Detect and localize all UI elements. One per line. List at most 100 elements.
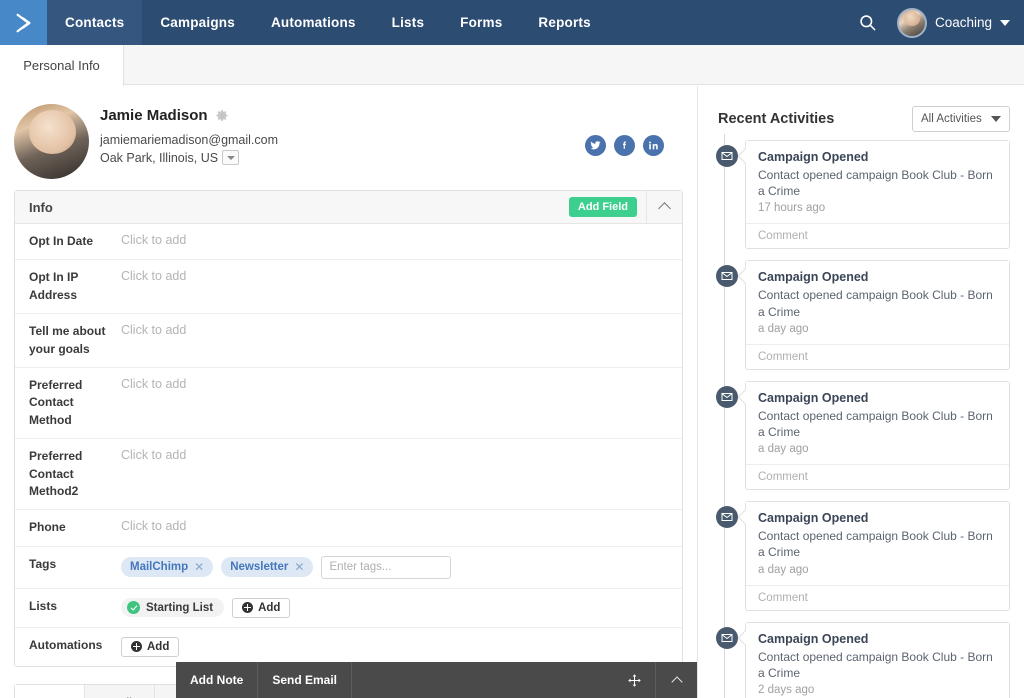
twitter-icon [590, 141, 601, 150]
add-list-label: Add [258, 601, 281, 614]
field-value[interactable]: Click to add [109, 233, 682, 247]
add-automation-button[interactable]: Add [121, 636, 180, 657]
activities-filter-dropdown[interactable]: All Activities [912, 106, 1010, 132]
plus-circle-icon [131, 641, 142, 653]
nav-item-reports[interactable]: Reports [520, 0, 608, 45]
field-value[interactable]: Click to add [109, 269, 682, 283]
activity-description: Contact opened campaign Book Club - Born… [758, 168, 993, 199]
tab-emails[interactable]: Emails [85, 684, 155, 698]
contact-name-row: Jamie Madison [100, 107, 229, 124]
chevron-up-icon [670, 675, 683, 688]
activity-body: Campaign Opened Contact opened campaign … [746, 502, 1009, 585]
action-toolbar: Add Note Send Email [176, 662, 697, 698]
activity-comment-input[interactable]: Comment [746, 223, 1009, 248]
nav-item-lists[interactable]: Lists [374, 0, 443, 45]
contact-avatar [14, 104, 89, 179]
search-button[interactable] [853, 8, 883, 38]
add-field-button[interactable]: Add Field [568, 197, 637, 217]
activity-body: Campaign Opened Contact opened campaign … [746, 381, 1009, 465]
activity-timestamp: a day ago [758, 563, 809, 576]
add-note-button[interactable]: Add Note [176, 662, 259, 698]
check-circle-icon [127, 601, 140, 615]
toolbar-collapse-button[interactable] [655, 662, 697, 698]
add-list-button[interactable]: Add [232, 597, 291, 618]
activity-card: Campaign Opened Contact opened campaign … [716, 140, 1010, 250]
nav-item-automations[interactable]: Automations [253, 0, 374, 45]
info-card-collapse-button[interactable] [646, 191, 682, 223]
activity-description: Contact opened campaign Book Club - Born… [758, 408, 993, 439]
recent-activities-panel: Recent Activities All Activities Campaig… [699, 86, 1024, 698]
facebook-button[interactable] [614, 135, 635, 156]
field-row-automations: Automations Add [15, 628, 682, 666]
field-label: Opt In Date [29, 234, 94, 248]
nav-item-contacts[interactable]: Contacts [47, 0, 143, 45]
search-icon [860, 15, 876, 31]
field-label: Tell me about your goals [29, 324, 106, 356]
activities-header: Recent Activities All Activities [699, 86, 1024, 134]
field-value[interactable]: Click to add [109, 519, 682, 533]
activity-comment-input[interactable]: Comment [746, 464, 1009, 489]
field-label: Tags [29, 556, 57, 571]
field-value[interactable]: Click to add [109, 448, 682, 462]
location-dropdown[interactable] [222, 150, 240, 165]
activity-title: Campaign Opened [758, 511, 869, 526]
account-menu[interactable]: Coaching [896, 7, 1010, 38]
nav-item-campaigns[interactable]: Campaigns [142, 0, 253, 45]
tag-pill[interactable]: Newsletter ✕ [221, 557, 314, 578]
envelope-icon [716, 506, 738, 529]
activity-comment-input[interactable]: Comment [746, 584, 1009, 610]
info-card: Info Add Field Opt In Date Click to add … [14, 190, 683, 667]
twitter-button[interactable] [585, 135, 606, 156]
facebook-icon [622, 141, 626, 149]
linkedin-button[interactable] [643, 135, 664, 156]
list-pill[interactable]: Starting List [121, 598, 225, 618]
field-row-tags: Tags MailChimp ✕ Newsletter ✕ [15, 547, 682, 589]
activity-timestamp: a day ago [758, 443, 809, 456]
close-icon[interactable]: ✕ [194, 560, 204, 574]
activities-filter-value: All Activities [921, 113, 982, 125]
field-row-opt-in-ip-address: Opt In IP Address Click to add [15, 260, 682, 315]
activity-body: Campaign Opened Contact opened campaign … [746, 622, 1009, 698]
envelope-icon [716, 145, 738, 167]
tab-notes[interactable]: Notes [15, 684, 85, 698]
activity-comment-input[interactable]: Comment [746, 343, 1009, 369]
list-label: Starting List [146, 601, 214, 614]
move-toolbar-handle[interactable] [613, 662, 655, 698]
chevron-down-icon [226, 155, 235, 160]
activity-card: Campaign Opened Contact opened campaign … [716, 380, 1010, 491]
tag-label: MailChimp [130, 561, 189, 574]
tab-label: Personal Info [23, 58, 100, 73]
send-email-button[interactable]: Send Email [258, 662, 353, 698]
field-row-preferred-contact-method2: Preferred Contact Method2 Click to add [15, 439, 682, 511]
contact-email[interactable]: jamiemariemadison@gmail.com [100, 133, 278, 147]
activity-body: Campaign Opened Contact opened campaign … [746, 141, 1009, 224]
app-logo[interactable] [0, 0, 47, 45]
envelope-icon [716, 385, 738, 408]
avatar [896, 7, 927, 38]
envelope-icon [716, 626, 738, 649]
envelope-icon [716, 265, 738, 288]
field-row-phone: Phone Click to add [15, 510, 682, 547]
activity-card: Campaign Opened Contact opened campaign … [716, 621, 1010, 698]
tag-pill[interactable]: MailChimp ✕ [121, 557, 214, 578]
activity-timeline: Campaign Opened Contact opened campaign … [716, 134, 1024, 698]
linkedin-icon [649, 141, 658, 150]
close-icon[interactable]: ✕ [294, 560, 304, 574]
activity-title: Campaign Opened [758, 270, 869, 285]
tab-personal-info[interactable]: Personal Info [0, 45, 124, 86]
move-arrows-icon [627, 673, 641, 687]
field-value[interactable]: Click to add [109, 377, 682, 391]
field-label: Phone [29, 520, 66, 535]
activity-title: Campaign Opened [758, 631, 869, 646]
send-email-label: Send Email [272, 673, 338, 687]
nav-item-forms[interactable]: Forms [442, 0, 520, 45]
activity-title: Campaign Opened [758, 150, 869, 164]
gear-icon[interactable] [216, 109, 229, 122]
field-value[interactable]: Click to add [109, 323, 682, 337]
top-nav-right-group: Coaching [853, 0, 1024, 45]
tags-input[interactable] [321, 555, 452, 579]
nav-label: Automations [270, 15, 356, 30]
section-tab-strip: Personal Info [0, 45, 1024, 86]
chevron-right-logo-icon [15, 13, 31, 32]
